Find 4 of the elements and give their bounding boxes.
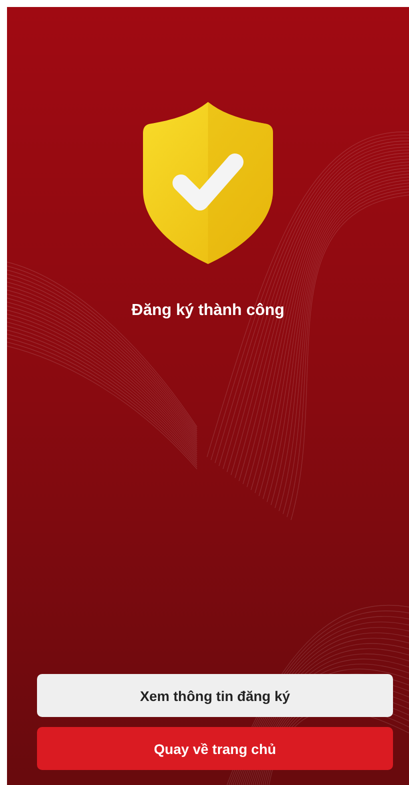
action-button[interactable]: Quay về trang chủ (37, 727, 393, 770)
action-button[interactable]: Xem thông tin đăng ký (37, 674, 393, 717)
shield-check-icon (143, 100, 273, 265)
success-message: Đăng ký thành công (132, 302, 284, 320)
